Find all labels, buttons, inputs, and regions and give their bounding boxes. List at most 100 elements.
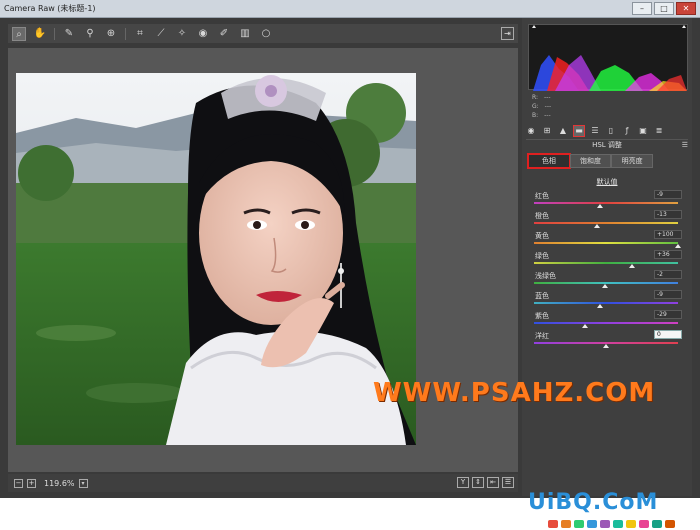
slider-label: 绿色 [535, 252, 549, 260]
tone-curve-icon[interactable]: ⊞ [542, 126, 552, 136]
hsl-icon[interactable]: ▬ [573, 125, 585, 137]
target-adjust-icon[interactable]: ⊕ [104, 27, 118, 41]
slider-thumb[interactable] [601, 284, 608, 288]
panel-menu-icon[interactable]: ☰ [682, 140, 688, 150]
slider-row: 紫色 -29 [532, 310, 682, 330]
readout-value: --- [544, 112, 551, 119]
swap-icon[interactable]: ⇤ [487, 477, 499, 488]
logo-square [561, 520, 571, 528]
before-after-icon[interactable]: ⇕ [472, 477, 484, 488]
minimize-button[interactable]: – [632, 2, 652, 15]
hand-icon[interactable]: ✋ [33, 27, 47, 41]
readout-row: R: --- [532, 94, 682, 103]
slider-label: 黄色 [535, 232, 549, 240]
logo-color-strip [548, 520, 675, 528]
zoom-icon[interactable]: ⌕ [12, 26, 26, 41]
image-canvas[interactable] [8, 48, 518, 472]
logo-square [613, 520, 623, 528]
fx-icon[interactable]: ƒ [622, 126, 632, 136]
readout-label: B: [532, 112, 539, 119]
graduated-filter-icon[interactable]: ▥ [238, 27, 252, 41]
red-eye-icon[interactable]: ◉ [196, 27, 210, 41]
slider-row: 蓝色 -9 [532, 290, 682, 310]
adjustment-brush-icon[interactable]: ✐ [217, 27, 231, 41]
settings-icon[interactable]: ☰ [502, 477, 514, 488]
tab-luminance[interactable]: 明亮度 [611, 154, 654, 168]
slider-value-field[interactable]: +36 [654, 250, 682, 259]
slider-label: 橙色 [535, 212, 549, 220]
logo-square [626, 520, 636, 528]
slider-thumb[interactable] [628, 264, 635, 268]
slider-track[interactable] [534, 302, 678, 304]
readout-label: R: [532, 94, 539, 101]
slider-thumb[interactable] [596, 304, 603, 308]
status-bar: − + 119.6% ▾ Y ⇕ ⇤ ☰ [8, 474, 518, 492]
slider-label: 浅绿色 [535, 272, 556, 280]
photo-preview [16, 73, 416, 445]
close-button[interactable]: ✕ [676, 2, 696, 15]
portrait-photo [16, 73, 416, 445]
before-after-y-button[interactable]: Y [457, 477, 469, 488]
zoom-dropdown[interactable]: ▾ [78, 478, 88, 488]
rgb-readout: R: --- G: --- B: --- [532, 94, 682, 121]
tab-hue[interactable]: 色相 [527, 153, 571, 169]
lens-icon[interactable]: ▯ [606, 126, 616, 136]
readout-value: --- [544, 103, 552, 110]
slider-thumb[interactable] [596, 204, 603, 208]
slider-value-field[interactable]: -13 [654, 210, 682, 219]
hue-sliders: 红色 -9 橙色 -13 黄色 +100 绿色 +36 浅绿色 -2 蓝色 -9 紫色 -29 洋红 0 [532, 190, 682, 350]
slider-value-field[interactable]: -9 [654, 190, 682, 199]
slider-label: 红色 [535, 192, 549, 200]
window-controls: – □ ✕ [632, 2, 696, 15]
slider-thumb[interactable] [603, 344, 609, 348]
histogram [528, 24, 688, 91]
readout-row: B: --- [532, 112, 682, 121]
slider-track[interactable] [534, 202, 678, 204]
slider-thumb[interactable] [593, 224, 600, 228]
camera-raw-dialog: ⌕ ✋ ✎ ⚲ ⊕ ⌗ ⟋ ✧ ◉ ✐ ▥ ○ ⇥ − + 119.6% ▾ Y… [0, 18, 700, 498]
slider-label: 蓝色 [535, 292, 549, 300]
window-title: Camera Raw (未标题-1) [4, 4, 96, 13]
slider-value-field[interactable]: +100 [654, 230, 682, 239]
zoom-out-button[interactable]: − [14, 478, 23, 488]
logo-square [665, 520, 675, 528]
slider-label: 洋红 [535, 332, 549, 340]
slider-track[interactable] [534, 262, 678, 264]
detail-icon[interactable]: ▲ [558, 126, 568, 136]
default-link[interactable]: 默认值 [522, 177, 692, 187]
hsl-tabs: 色相 饱和度 明亮度 [527, 153, 654, 169]
radial-filter-icon[interactable]: ○ [259, 27, 273, 41]
slider-value-field[interactable]: 0 [654, 330, 682, 339]
maximize-button[interactable]: □ [654, 2, 674, 15]
white-balance-icon[interactable]: ✎ [62, 27, 76, 41]
straighten-icon[interactable]: ⟋ [154, 27, 168, 41]
slider-value-field[interactable]: -9 [654, 290, 682, 299]
slider-value-field[interactable]: -29 [654, 310, 682, 319]
split-toning-icon[interactable]: ☰ [590, 126, 600, 136]
slider-label: 紫色 [535, 312, 549, 320]
camera-calibration-icon[interactable]: ▣ [638, 126, 648, 136]
tab-saturation[interactable]: 饱和度 [569, 154, 612, 168]
slider-thumb[interactable] [582, 324, 589, 328]
logo-square [548, 520, 558, 528]
spot-removal-icon[interactable]: ✧ [175, 27, 189, 41]
slider-row: 绿色 +36 [532, 250, 682, 270]
slider-track[interactable] [534, 222, 678, 224]
basic-icon[interactable]: ◉ [526, 126, 536, 136]
slider-track[interactable] [534, 322, 678, 324]
presets-icon[interactable]: ≣ [654, 126, 664, 136]
slider-thumb[interactable] [675, 244, 681, 248]
readout-label: G: [532, 103, 539, 110]
zoom-level: 119.6% [44, 478, 75, 488]
logo-square [600, 520, 610, 528]
histogram-chart [532, 25, 687, 91]
color-sampler-icon[interactable]: ⚲ [83, 27, 97, 41]
export-icon[interactable]: ⇥ [501, 27, 514, 40]
slider-value-field[interactable]: -2 [654, 270, 682, 279]
title-bar: Camera Raw (未标题-1) – □ ✕ [0, 0, 700, 18]
slider-track[interactable] [534, 242, 678, 244]
logo-square [652, 520, 662, 528]
slider-row: 洋红 0 [532, 330, 682, 350]
crop-icon[interactable]: ⌗ [133, 27, 147, 41]
zoom-in-button[interactable]: + [27, 478, 36, 488]
